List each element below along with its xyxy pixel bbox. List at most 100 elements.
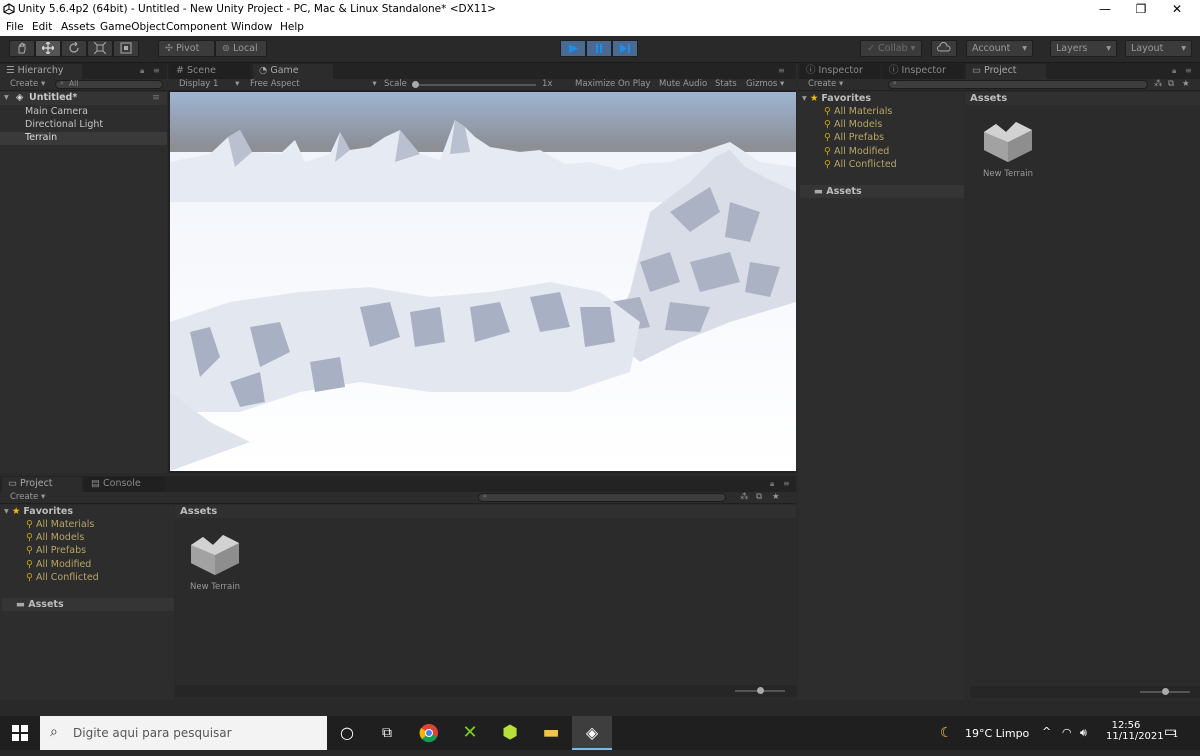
pivot-toggle[interactable]: ✣ Pivot bbox=[158, 40, 215, 57]
app-hex-button[interactable]: ⬢ bbox=[490, 716, 530, 750]
right-search-input[interactable]: ⌕ bbox=[888, 79, 1148, 89]
tab-inspector-2[interactable]: ⓘ Inspector bbox=[883, 64, 963, 79]
start-button[interactable] bbox=[0, 716, 40, 750]
hierarchy-search-input[interactable]: ⌕ All bbox=[55, 79, 163, 89]
hierarchy-item-directional-light[interactable]: Directional Light bbox=[0, 119, 167, 132]
cortana-button[interactable]: ○ bbox=[327, 716, 367, 750]
favorite-item-all-modified[interactable]: ⚲ All Modified bbox=[26, 559, 91, 570]
menu-gameobject[interactable]: GameObject bbox=[100, 21, 165, 33]
panel-menu-icon[interactable]: ≡ bbox=[778, 66, 785, 75]
panel-menu-icon[interactable]: ≡ bbox=[783, 479, 790, 488]
gizmos-dropdown[interactable]: Gizmos ▾ bbox=[746, 79, 784, 89]
zoom-slider[interactable] bbox=[735, 687, 785, 694]
menu-window[interactable]: Window bbox=[231, 21, 272, 33]
scale-slider-handle[interactable] bbox=[412, 81, 419, 88]
local-toggle[interactable]: ⊚ Local bbox=[215, 40, 267, 57]
volume-icon[interactable]: 🔊︎ bbox=[1080, 726, 1087, 740]
tab-project-bottom[interactable]: ▭ Project bbox=[2, 477, 82, 492]
assets-folder-row[interactable]: ▬ Assets bbox=[800, 185, 964, 198]
create-dropdown[interactable]: Create ▾ bbox=[10, 79, 45, 89]
favorite-item-all-models[interactable]: ⚲ All Models bbox=[824, 119, 882, 130]
step-button[interactable] bbox=[612, 40, 638, 57]
favorite-item-all-conflicted[interactable]: ⚲ All Conflicted bbox=[26, 572, 99, 583]
favorite-item-all-conflicted[interactable]: ⚲ All Conflicted bbox=[824, 159, 897, 170]
play-button[interactable] bbox=[560, 40, 586, 57]
favorite-item-all-modified[interactable]: ⚲ All Modified bbox=[824, 146, 889, 157]
zoom-slider-handle[interactable] bbox=[1162, 688, 1169, 695]
account-dropdown[interactable]: Account ▾ bbox=[966, 40, 1033, 57]
mute-audio-toggle[interactable]: Mute Audio bbox=[659, 79, 707, 89]
favorites-row[interactable]: ▾ ★ Favorites bbox=[802, 93, 871, 104]
taskbar-search-input[interactable]: ⌕ Digite aqui para pesquisar bbox=[40, 716, 327, 750]
scene-row[interactable]: ▾ ◈ Untitled* ≡ bbox=[0, 92, 167, 105]
rotate-tool-button[interactable] bbox=[61, 40, 87, 57]
lock-icon[interactable]: 🔒︎ bbox=[1172, 66, 1176, 76]
tab-console[interactable]: ▤ Console bbox=[85, 477, 165, 492]
display-dropdown[interactable]: Display 1 ▾ bbox=[179, 79, 239, 89]
unity-taskbar-button[interactable]: ◈ bbox=[572, 716, 612, 750]
favorite-item-all-prefabs[interactable]: ⚲ All Prefabs bbox=[26, 545, 86, 556]
close-button[interactable]: ✕ bbox=[1154, 0, 1200, 20]
network-icon[interactable]: ◠ bbox=[1062, 726, 1072, 739]
game-viewport[interactable] bbox=[170, 92, 796, 471]
notification-button[interactable]: ▭ 1 bbox=[1164, 724, 1178, 740]
cloud-button[interactable] bbox=[931, 40, 957, 57]
scale-slider[interactable] bbox=[412, 81, 536, 88]
hand-tool-button[interactable] bbox=[9, 40, 35, 57]
filter-by-label-icon[interactable]: ⧉ bbox=[756, 492, 762, 502]
assets-folder-row[interactable]: ▬ Assets bbox=[2, 598, 174, 611]
favorite-item-all-materials[interactable]: ⚲ All Materials bbox=[824, 106, 892, 117]
menu-assets[interactable]: Assets bbox=[61, 21, 95, 33]
layout-dropdown[interactable]: Layout ▾ bbox=[1125, 40, 1192, 57]
lock-icon[interactable]: 🔒︎ bbox=[770, 479, 774, 489]
move-tool-button[interactable] bbox=[35, 40, 61, 57]
menu-edit[interactable]: Edit bbox=[32, 21, 52, 33]
favorites-row[interactable]: ▾ ★ Favorites bbox=[4, 506, 73, 517]
hierarchy-item-main-camera[interactable]: Main Camera bbox=[0, 106, 167, 119]
scene-menu-icon[interactable]: ≡ bbox=[152, 92, 160, 103]
zoom-slider-handle[interactable] bbox=[757, 687, 764, 694]
aspect-dropdown[interactable]: Free Aspect ▾ bbox=[250, 79, 377, 89]
hierarchy-item-terrain[interactable]: Terrain bbox=[0, 132, 167, 145]
stats-toggle[interactable]: Stats bbox=[715, 79, 737, 89]
filter-by-label-icon[interactable]: ⧉ bbox=[1168, 79, 1174, 89]
asset-tile-new-terrain[interactable]: New Terrain bbox=[973, 114, 1043, 184]
favorite-item-all-prefabs[interactable]: ⚲ All Prefabs bbox=[824, 132, 884, 143]
tab-game[interactable]: ◔ Game bbox=[253, 64, 333, 79]
clock[interactable]: 12:56 11/11/2021 bbox=[1106, 720, 1164, 742]
maximize-on-play-toggle[interactable]: Maximize On Play bbox=[575, 79, 650, 89]
star-icon[interactable]: ★ bbox=[1182, 79, 1190, 89]
task-view-button[interactable]: ⧉ bbox=[367, 716, 407, 750]
weather-text[interactable]: 19°C Limpo bbox=[965, 727, 1029, 740]
asset-tile-new-terrain[interactable]: New Terrain bbox=[180, 527, 250, 597]
tab-project-right[interactable]: ▭ Project bbox=[966, 64, 1046, 79]
menu-help[interactable]: Help bbox=[280, 21, 304, 33]
panel-menu-icon[interactable]: ≡ bbox=[153, 66, 160, 75]
scale-tool-button[interactable] bbox=[87, 40, 113, 57]
create-dropdown[interactable]: Create ▾ bbox=[808, 79, 843, 89]
filter-by-type-icon[interactable]: ⁂ bbox=[1154, 79, 1163, 89]
layers-dropdown[interactable]: Layers ▾ bbox=[1050, 40, 1117, 57]
favorite-item-all-materials[interactable]: ⚲ All Materials bbox=[26, 519, 94, 530]
rect-tool-button[interactable] bbox=[113, 40, 139, 57]
lock-icon[interactable]: 🔒︎ bbox=[140, 66, 144, 76]
star-icon[interactable]: ★ bbox=[772, 492, 780, 502]
filter-by-type-icon[interactable]: ⁂ bbox=[740, 492, 749, 502]
zoom-slider[interactable] bbox=[1140, 688, 1190, 695]
chevron-up-icon[interactable]: ^ bbox=[1042, 725, 1051, 738]
menu-component[interactable]: Component bbox=[166, 21, 227, 33]
panel-menu-icon[interactable]: ≡ bbox=[1185, 66, 1192, 75]
file-explorer-button[interactable]: ▬ bbox=[531, 716, 571, 750]
create-dropdown[interactable]: Create ▾ bbox=[10, 492, 45, 502]
collab-dropdown[interactable]: ✓ Collab ▾ bbox=[860, 40, 922, 57]
pause-button[interactable] bbox=[586, 40, 612, 57]
chevron-down-icon: ▾ bbox=[1106, 43, 1111, 54]
chrome-button[interactable] bbox=[409, 716, 449, 750]
tab-hierarchy[interactable]: ☰ Hierarchy bbox=[0, 64, 82, 79]
tab-inspector-1[interactable]: ⓘ Inspector bbox=[800, 64, 880, 79]
tab-scene[interactable]: # Scene bbox=[170, 64, 250, 79]
xmind-button[interactable]: ✕ bbox=[450, 716, 490, 750]
favorite-item-all-models[interactable]: ⚲ All Models bbox=[26, 532, 84, 543]
menu-file[interactable]: File bbox=[6, 21, 24, 33]
bottom-search-input[interactable]: ⌕ bbox=[478, 492, 726, 502]
